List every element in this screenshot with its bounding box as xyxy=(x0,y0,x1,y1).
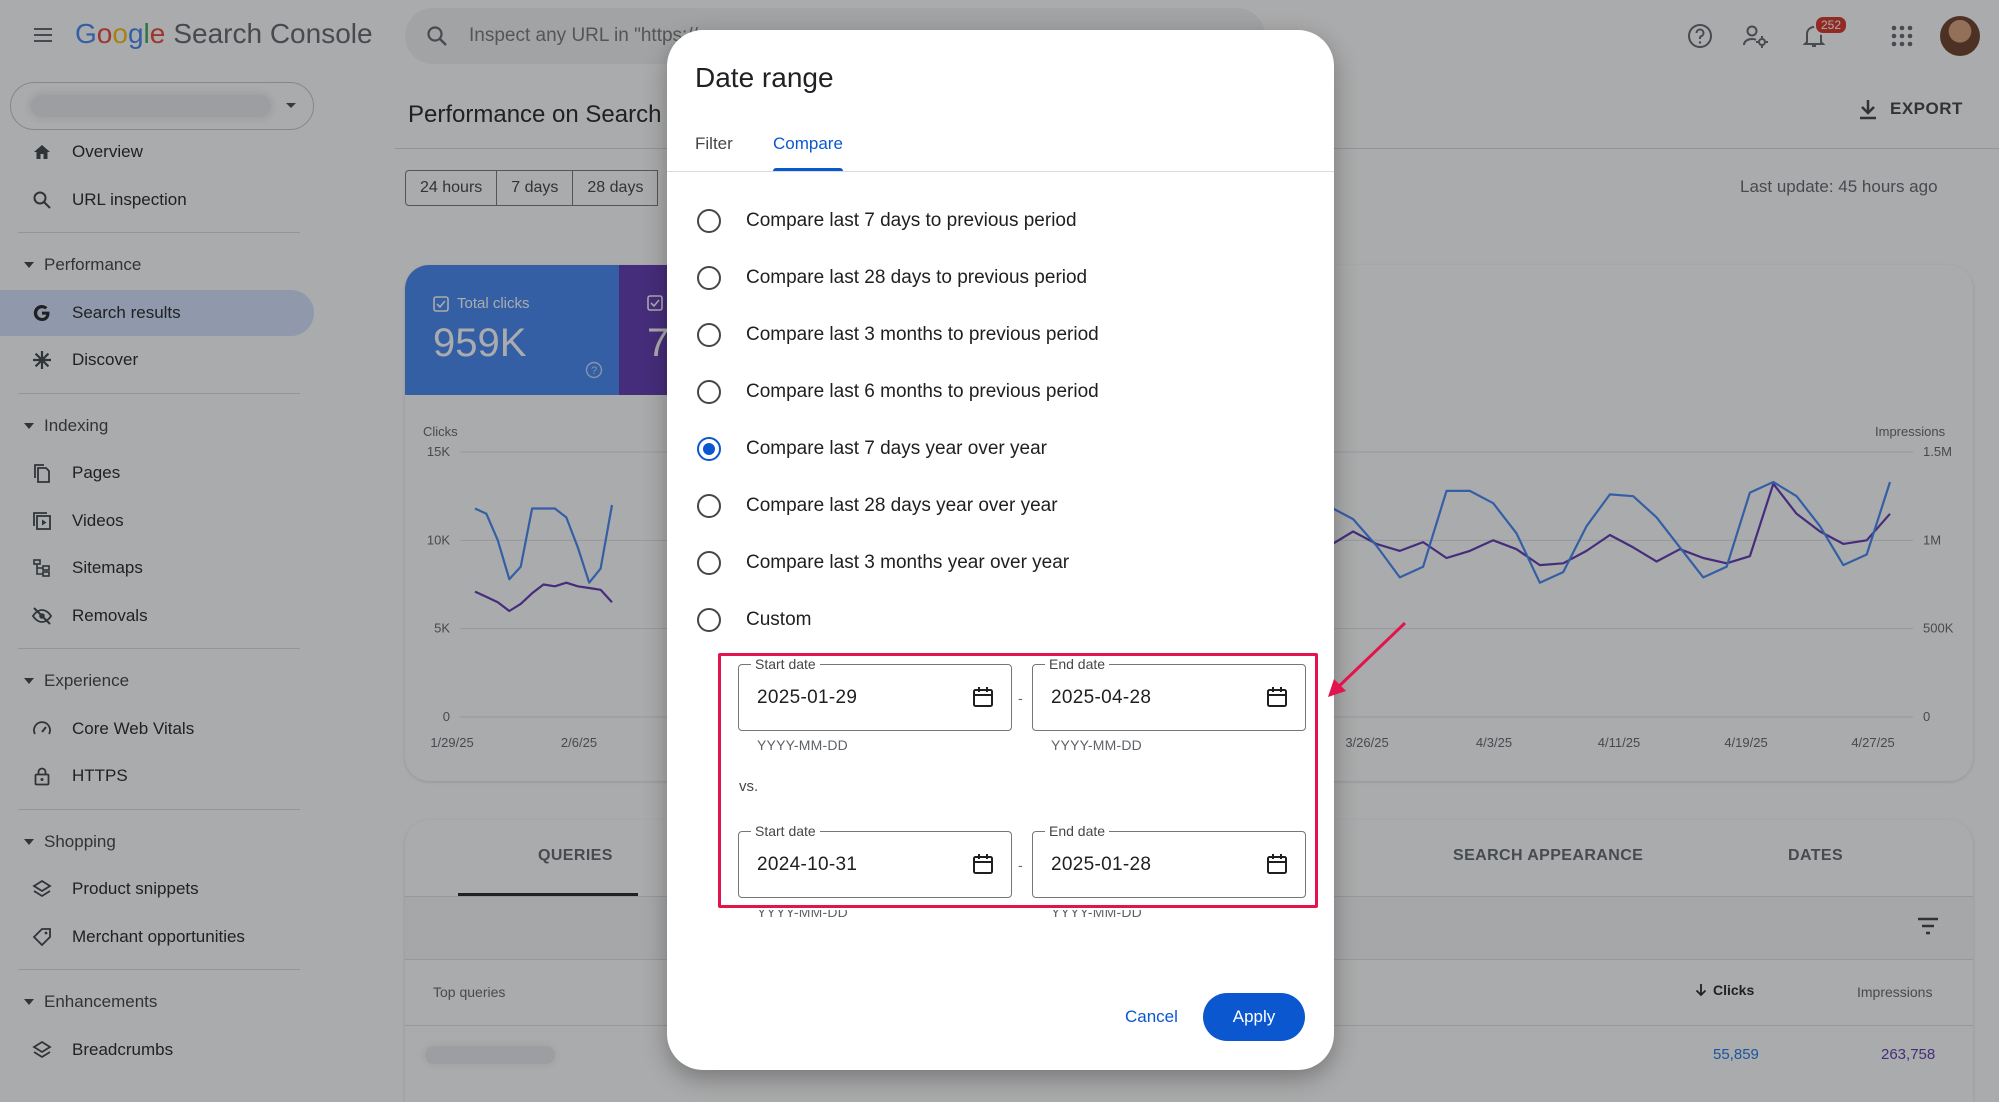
compare-option-8[interactable]: Custom xyxy=(697,600,811,640)
option-label: Compare last 28 days year over year xyxy=(746,495,1058,516)
search-console-app: Google Search Console 252 xyxy=(0,0,1999,1102)
compare-option-6[interactable]: Compare last 28 days year over year xyxy=(697,486,1058,526)
option-label: Compare last 7 days year over year xyxy=(746,438,1047,459)
compare-option-7[interactable]: Compare last 3 months year over year xyxy=(697,543,1069,583)
option-label: Compare last 3 months year over year xyxy=(746,552,1070,573)
annotation-arrow xyxy=(1328,621,1407,697)
date-range-dialog: Date range Filter Compare Start date 202… xyxy=(667,30,1334,1070)
apply-button[interactable]: Apply xyxy=(1203,993,1305,1041)
compare-option-5[interactable]: Compare last 7 days year over year xyxy=(697,429,1047,469)
dialog-title: Date range xyxy=(695,62,834,93)
option-label: Compare last 28 days to previous period xyxy=(746,267,1088,288)
compare-option-4[interactable]: Compare last 6 months to previous period xyxy=(697,372,1099,412)
radio-button[interactable] xyxy=(697,494,721,518)
option-label: Compare last 3 months to previous period xyxy=(746,324,1099,345)
cancel-button[interactable]: Cancel xyxy=(1107,993,1196,1041)
compare-option-3[interactable]: Compare last 3 months to previous period xyxy=(697,315,1099,355)
tab-compare[interactable]: Compare xyxy=(773,134,843,154)
option-label: Compare last 7 days to previous period xyxy=(746,210,1077,231)
compare-option-1[interactable]: Compare last 7 days to previous period xyxy=(697,201,1077,241)
annotation-highlight-box xyxy=(718,653,1318,908)
divider xyxy=(667,171,1334,172)
compare-option-2[interactable]: Compare last 28 days to previous period xyxy=(697,258,1087,298)
radio-button[interactable] xyxy=(697,437,721,461)
option-label: Compare last 6 months to previous period xyxy=(746,381,1099,402)
radio-button[interactable] xyxy=(697,323,721,347)
tab-filter[interactable]: Filter xyxy=(695,134,733,154)
radio-button[interactable] xyxy=(697,209,721,233)
radio-button[interactable] xyxy=(697,266,721,290)
radio-button[interactable] xyxy=(697,380,721,404)
option-label: Custom xyxy=(746,609,812,630)
radio-button[interactable] xyxy=(697,608,721,632)
radio-button[interactable] xyxy=(697,551,721,575)
